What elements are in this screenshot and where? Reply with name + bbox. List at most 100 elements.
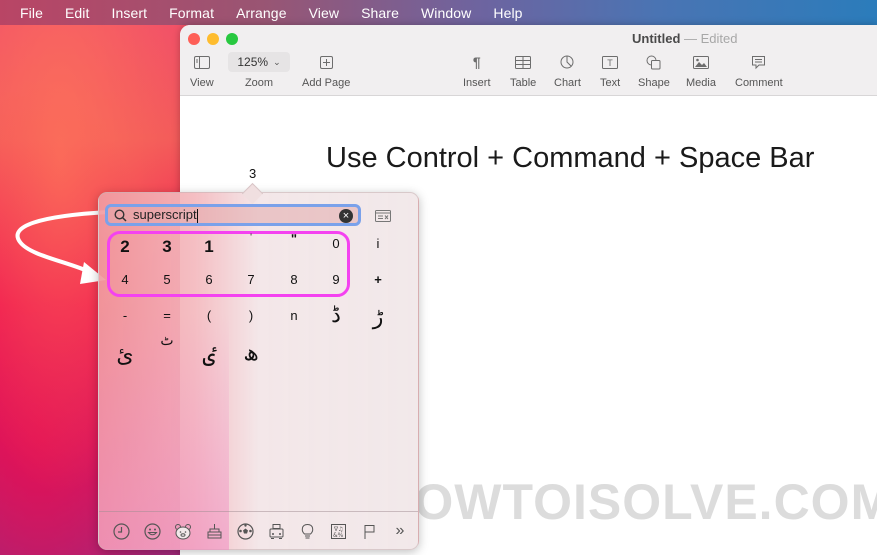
inserted-character-preview: 3 [249,166,257,181]
add-page-icon [319,53,333,71]
comment-icon [751,53,766,71]
insert-label: Insert [463,77,491,89]
char-cell[interactable]: ڈ [321,303,351,328]
view-button[interactable]: View [190,53,214,89]
expand-character-viewer-icon[interactable] [375,209,391,227]
text-box-icon: T [602,53,619,71]
table-label: Table [510,77,537,89]
char-cell[interactable]: ʺ [279,231,309,246]
document-heading[interactable]: Use Control + Command + Space Bar [326,142,814,175]
category-bar: ∇♫ &% » [111,521,410,541]
menu-insert[interactable]: Insert [112,5,148,21]
add-page-label: Add Page [302,77,351,89]
chevron-down-icon: ⌄ [273,56,281,67]
soccer-ball-icon[interactable] [235,521,255,541]
char-cell[interactable]: 4 [110,272,140,287]
menu-edit[interactable]: Edit [65,5,90,21]
more-categories-icon[interactable]: » [390,521,410,541]
char-cell[interactable]: 9 [321,272,351,287]
text-caret [196,208,198,223]
char-cell[interactable]: n [279,308,309,323]
chart-button[interactable]: Chart [554,53,581,89]
add-page-button[interactable]: Add Page [302,53,350,89]
comment-label: Comment [735,77,783,89]
char-cell[interactable]: ( [194,308,224,323]
sidebar-icon [193,53,210,71]
car-icon[interactable] [266,521,286,541]
text-label: Text [600,77,621,89]
char-cell[interactable]: ˈ [236,231,266,246]
text-button[interactable]: T Text [600,53,620,89]
char-cell[interactable]: 1 [194,237,224,257]
char-cell[interactable]: ڑ [363,305,393,330]
zoom-value: 125% [237,55,269,69]
char-cell[interactable]: 8 [279,272,309,287]
zoom-control[interactable]: 125% ⌄ Zoom [228,52,290,89]
search-input-value: superscript [133,207,197,223]
clock-icon[interactable] [111,521,131,541]
chart-label: Chart [554,77,581,89]
svg-text:T: T [607,58,613,68]
category-divider [99,511,418,512]
food-icon[interactable] [204,521,224,541]
char-cell[interactable]: 3 [152,237,182,257]
window-title: Untitled — Edited [632,31,738,46]
media-icon [692,53,709,71]
edited-status: Edited [700,31,738,46]
char-cell[interactable]: 7 [236,272,266,287]
bear-icon[interactable] [173,521,193,541]
menu-arrange[interactable]: Arrange [236,5,287,21]
svg-text:&%: &% [333,532,344,539]
char-cell[interactable]: ھ [236,341,266,366]
char-cell[interactable]: 2 [110,237,140,257]
menu-file[interactable]: File [20,5,43,21]
menu-view[interactable]: View [309,5,340,21]
shape-icon [646,53,661,71]
chart-icon [560,53,574,71]
pilcrow-icon: ¶ [472,54,481,70]
view-label: View [190,77,214,89]
document-name: Untitled [632,31,681,46]
menu-window[interactable]: Window [421,5,471,21]
zoom-window-button[interactable] [226,33,238,45]
zoom-select[interactable]: 125% ⌄ [228,52,290,72]
minimize-button[interactable] [207,33,219,45]
shape-button[interactable]: Shape [638,53,670,89]
flag-icon[interactable] [359,521,379,541]
highlight-box [107,231,350,297]
title-separator: — [684,31,698,46]
close-button[interactable] [188,33,200,45]
media-label: Media [686,77,716,89]
menu-help[interactable]: Help [493,5,522,21]
char-cell[interactable]: 5 [152,272,182,287]
char-cell[interactable]: ) [236,308,266,323]
table-icon [515,53,532,71]
traffic-lights [188,33,238,45]
char-cell[interactable]: - [110,308,140,323]
char-cell[interactable]: + [363,272,393,287]
clear-search-icon[interactable]: × [339,209,353,223]
char-cell[interactable]: ئ [110,343,140,368]
menu-format[interactable]: Format [169,5,214,21]
toolbar: Untitled — Edited View 125% ⌄ Zoom Add P… [180,25,877,96]
char-cell[interactable]: = [152,308,182,323]
char-cell[interactable]: i [363,236,393,251]
shape-label: Shape [638,77,670,89]
lightbulb-icon[interactable] [297,521,317,541]
zoom-label: Zoom [244,77,274,89]
search-icon [114,208,127,222]
insert-button[interactable]: ¶ Insert [463,53,491,89]
symbols-icon[interactable]: ∇♫ &% [328,521,348,541]
comment-button[interactable]: Comment [735,53,783,89]
menu-bar: File Edit Insert Format Arrange View Sha… [0,0,877,25]
character-search-field[interactable]: superscript × [105,204,361,226]
char-cell[interactable]: ٸ [194,343,224,368]
char-cell[interactable]: 0 [321,236,351,251]
character-viewer-popover: superscript × 2 3 1 ˈ ʺ 0 i 4 5 6 7 8 9 … [98,192,419,550]
smiley-icon[interactable] [142,521,162,541]
media-button[interactable]: Media [686,53,716,89]
char-cell[interactable]: 6 [194,272,224,287]
menu-share[interactable]: Share [361,5,399,21]
table-button[interactable]: Table [510,53,536,89]
char-cell[interactable]: ٹ [152,333,182,349]
